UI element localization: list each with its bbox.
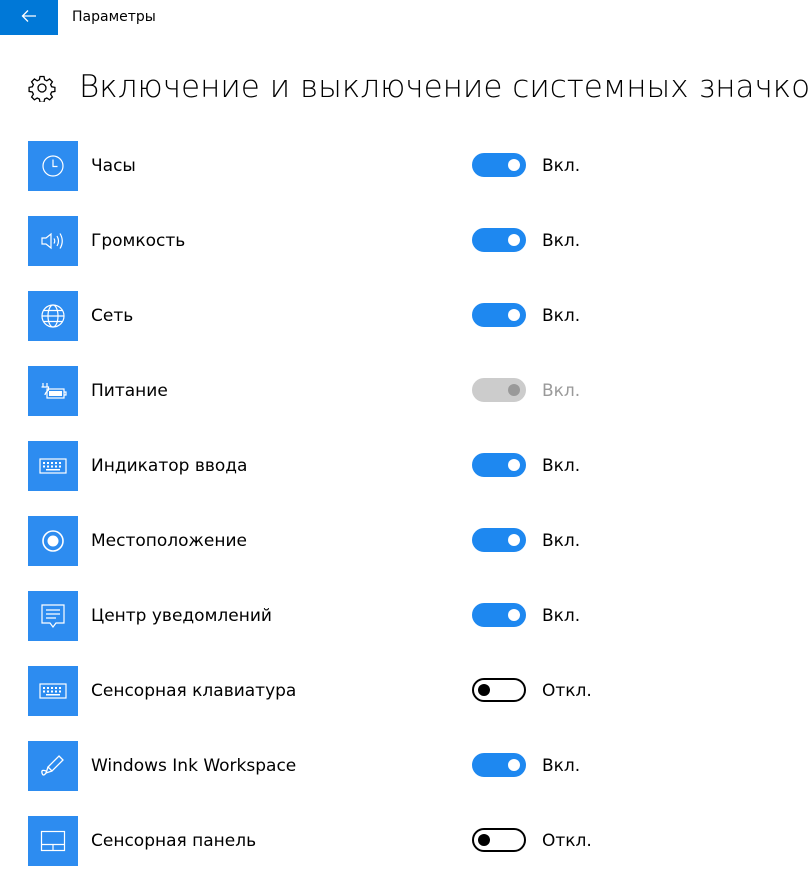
touchpad-icon bbox=[40, 830, 66, 852]
globe-icon bbox=[40, 303, 66, 329]
toggle-knob bbox=[478, 684, 490, 696]
toggle-switch[interactable] bbox=[472, 153, 526, 177]
item-label: Местоположение bbox=[91, 531, 247, 551]
speaker-icon bbox=[40, 229, 66, 253]
list-item-action-center: Центр уведомлений Вкл. bbox=[28, 591, 788, 641]
toggle-state-label: Вкл. bbox=[542, 606, 581, 626]
back-button[interactable] bbox=[0, 0, 58, 35]
item-label: Питание bbox=[91, 381, 168, 401]
network-tile bbox=[28, 291, 78, 341]
toggle-state-label: Вкл. bbox=[542, 456, 581, 476]
toggle-switch[interactable] bbox=[472, 753, 526, 777]
list-item-clock: Часы Вкл. bbox=[28, 141, 788, 191]
list-item-touch-keyboard: Сенсорная клавиатура Откл. bbox=[28, 666, 788, 716]
page-header: Включение и выключение системных значков bbox=[28, 64, 811, 112]
toggle-knob bbox=[508, 609, 520, 621]
toggle-switch[interactable] bbox=[472, 828, 526, 852]
toggle-switch[interactable] bbox=[472, 678, 526, 702]
windows-ink-tile bbox=[28, 741, 78, 791]
toggle-knob bbox=[508, 759, 520, 771]
list-item-location: Местоположение Вкл. bbox=[28, 516, 788, 566]
location-tile bbox=[28, 516, 78, 566]
title-bar: Параметры bbox=[0, 0, 811, 35]
toggle-knob bbox=[508, 309, 520, 321]
item-label: Сеть bbox=[91, 306, 134, 326]
toggle-switch[interactable] bbox=[472, 453, 526, 477]
list-item-input-indicator: Индикатор ввода Вкл. bbox=[28, 441, 788, 491]
toggle-knob bbox=[478, 834, 490, 846]
battery-plug-icon bbox=[39, 381, 67, 401]
keyboard-icon bbox=[39, 458, 67, 474]
pen-icon bbox=[40, 753, 66, 779]
item-label: Громкость bbox=[91, 231, 186, 251]
list-item-touchpad: Сенсорная панель Откл. bbox=[28, 816, 788, 866]
toggle-knob bbox=[508, 459, 520, 471]
item-label: Центр уведомлений bbox=[91, 606, 272, 626]
clock-icon bbox=[41, 154, 65, 178]
toggle-knob bbox=[508, 234, 520, 246]
page-title: Включение и выключение системных значков bbox=[79, 69, 811, 105]
toggle-state-label: Вкл. bbox=[542, 381, 581, 401]
action-center-icon bbox=[40, 603, 66, 629]
toggle-state-label: Откл. bbox=[542, 831, 592, 851]
toggle-switch[interactable] bbox=[472, 303, 526, 327]
toggle-state-label: Вкл. bbox=[542, 756, 581, 776]
touchpad-tile bbox=[28, 816, 78, 866]
item-label: Windows Ink Workspace bbox=[91, 756, 297, 776]
toggle-state-label: Вкл. bbox=[542, 306, 581, 326]
toggle-state-label: Откл. bbox=[542, 681, 592, 701]
volume-tile bbox=[28, 216, 78, 266]
toggle-knob bbox=[508, 159, 520, 171]
gear-icon bbox=[28, 74, 56, 103]
list-item-power: Питание Вкл. bbox=[28, 366, 788, 416]
toggle-knob bbox=[508, 534, 520, 546]
list-item-network: Сеть Вкл. bbox=[28, 291, 788, 341]
item-label: Сенсорная клавиатура bbox=[91, 681, 297, 701]
location-icon bbox=[41, 529, 65, 553]
touch-keyboard-icon bbox=[39, 683, 67, 699]
clock-tile bbox=[28, 141, 78, 191]
item-label: Сенсорная панель bbox=[91, 831, 257, 851]
toggle-switch[interactable] bbox=[472, 603, 526, 627]
power-tile bbox=[28, 366, 78, 416]
list-item-windows-ink: Windows Ink Workspace Вкл. bbox=[28, 741, 788, 791]
item-label: Индикатор ввода bbox=[91, 456, 248, 476]
list-item-volume: Громкость Вкл. bbox=[28, 216, 788, 266]
toggle-state-label: Вкл. bbox=[542, 531, 581, 551]
input-indicator-tile bbox=[28, 441, 78, 491]
touch-keyboard-tile bbox=[28, 666, 78, 716]
action-center-tile bbox=[28, 591, 78, 641]
app-title: Параметры bbox=[72, 9, 156, 25]
back-arrow-icon bbox=[21, 8, 37, 27]
item-label: Часы bbox=[91, 156, 136, 176]
toggle-switch[interactable] bbox=[472, 228, 526, 252]
toggle-switch[interactable] bbox=[472, 528, 526, 552]
toggle-switch[interactable] bbox=[472, 378, 526, 402]
toggle-knob bbox=[508, 384, 520, 396]
toggle-state-label: Вкл. bbox=[542, 231, 581, 251]
toggle-state-label: Вкл. bbox=[542, 156, 581, 176]
